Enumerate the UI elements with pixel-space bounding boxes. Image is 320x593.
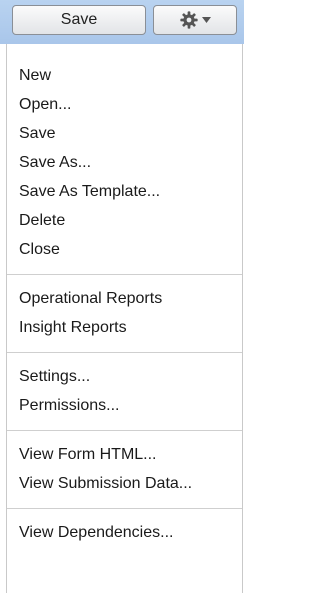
save-button-label: Save xyxy=(60,11,98,28)
menu-group: New Open... Save Save As... Save As Template… xyxy=(7,61,242,264)
gear-icon xyxy=(179,11,198,29)
menu-separator xyxy=(7,508,242,509)
toolbar: Save xyxy=(0,0,244,44)
menu-item-operational-reports[interactable]: Operational Reports xyxy=(19,284,242,313)
menu-group: View Dependencies... xyxy=(7,518,242,547)
menu-item-save[interactable]: Save xyxy=(19,119,242,148)
menu-item-permissions[interactable]: Permissions... xyxy=(19,391,242,420)
chevron-down-icon xyxy=(201,17,211,23)
menu-item-view-submission-data[interactable]: View Submission Data... xyxy=(19,469,242,498)
save-button[interactable]: Save xyxy=(12,5,146,35)
menu-separator xyxy=(7,274,242,275)
menu-separator xyxy=(7,430,242,431)
settings-dropdown-button[interactable] xyxy=(153,5,237,35)
menu-item-view-form-html[interactable]: View Form HTML... xyxy=(19,440,242,469)
menu-group: Operational Reports Insight Reports xyxy=(7,284,242,342)
menu-item-delete[interactable]: Delete xyxy=(19,206,242,235)
menu-item-open[interactable]: Open... xyxy=(19,90,242,119)
menu-item-new[interactable]: New xyxy=(19,61,242,90)
menu-item-view-dependencies[interactable]: View Dependencies... xyxy=(19,518,242,547)
actions-menu: New Open... Save Save As... Save As Template… xyxy=(6,44,243,593)
menu-item-insight-reports[interactable]: Insight Reports xyxy=(19,313,242,342)
menu-item-settings[interactable]: Settings... xyxy=(19,362,242,391)
menu-item-save-as-template[interactable]: Save As Template... xyxy=(19,177,242,206)
app-frame: Save New Open... Save Save As... Save As… xyxy=(0,0,244,593)
menu-item-save-as[interactable]: Save As... xyxy=(19,148,242,177)
menu-group: Settings... Permissions... xyxy=(7,362,242,420)
menu-item-close[interactable]: Close xyxy=(19,235,242,264)
menu-group: View Form HTML... View Submission Data... xyxy=(7,440,242,498)
menu-separator xyxy=(7,352,242,353)
